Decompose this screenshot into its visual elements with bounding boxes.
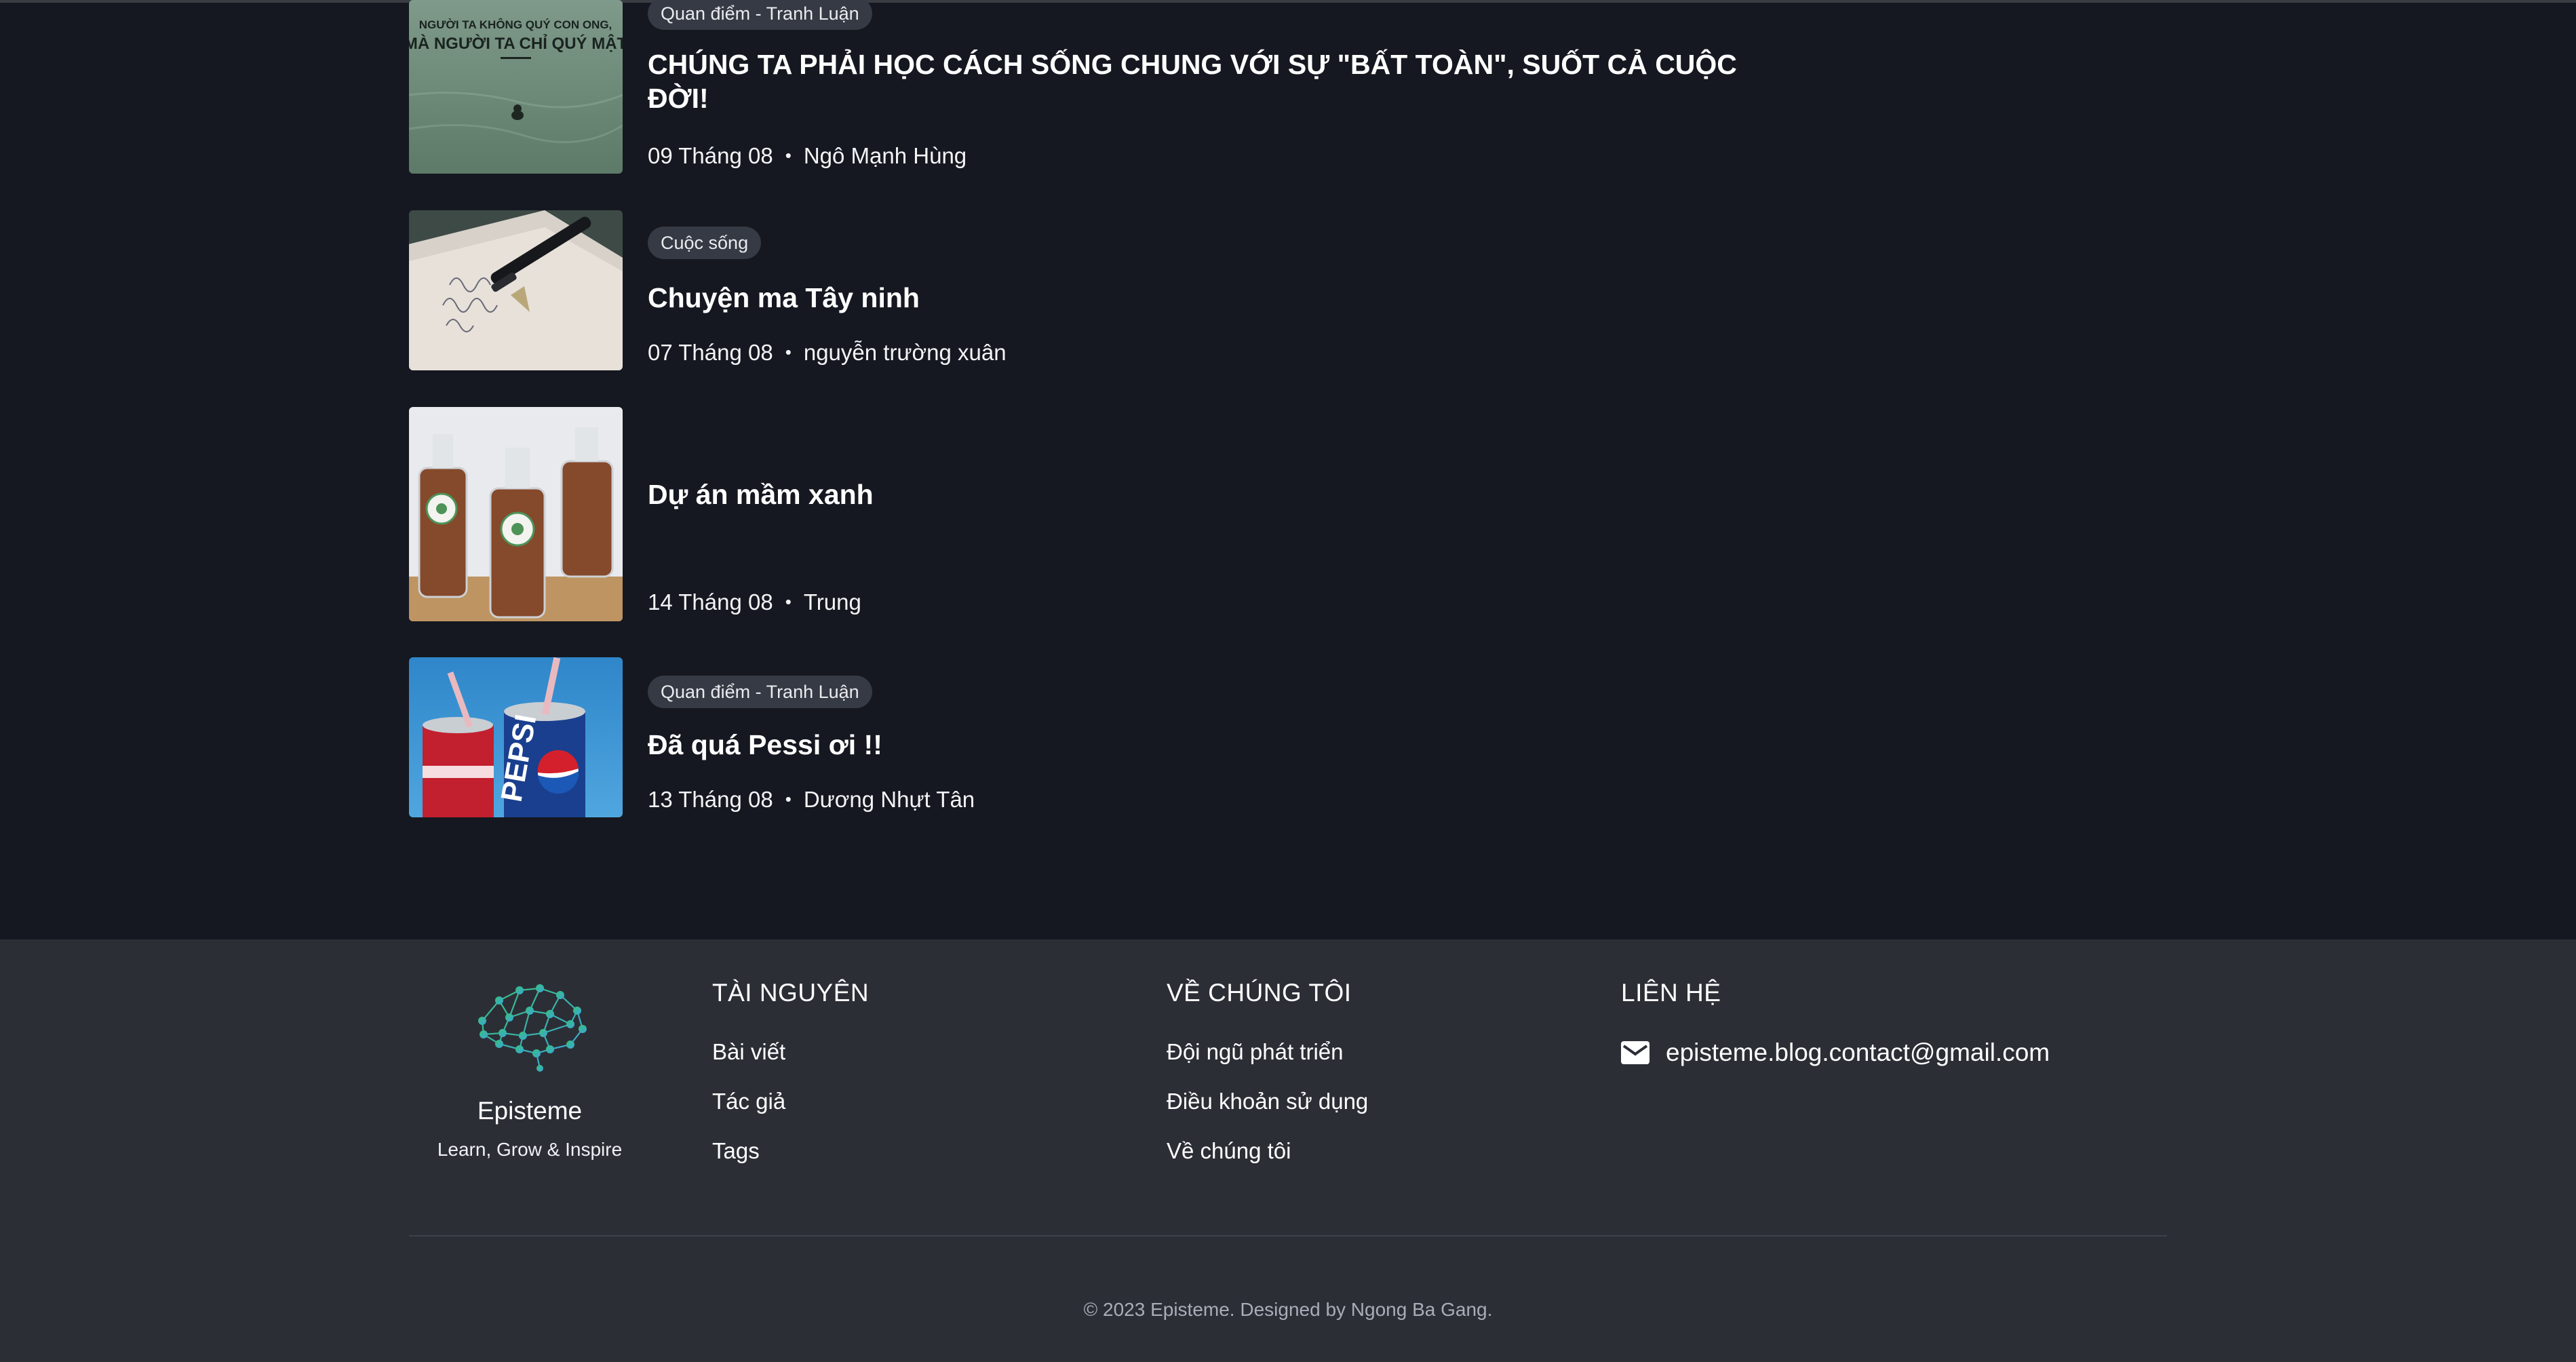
article-thumbnail[interactable]: PEPSI: [409, 657, 623, 817]
mail-icon: [1621, 1041, 1650, 1064]
article-card[interactable]: NGƯỜI TA KHÔNG QUÝ CON ONG, MÀ NGƯỜI TA …: [409, 0, 1765, 174]
footer-link-authors[interactable]: Tác giả: [712, 1088, 869, 1115]
article-byline: 13 Tháng 08 • Dương Nhựt Tân: [648, 786, 975, 815]
category-tag[interactable]: Quan điểm - Tranh Luận: [648, 0, 872, 30]
byline-separator: •: [785, 145, 792, 166]
footer-divider: [409, 1235, 2167, 1237]
article-card[interactable]: PEPSI Quan điểm - Tranh Luận Đã quá Pess…: [409, 657, 1765, 817]
article-title[interactable]: Dự án mầm xanh: [648, 478, 874, 511]
footer-brand: Episteme Learn, Grow & Inspire: [409, 973, 650, 1161]
article-author[interactable]: nguyễn trường xuân: [804, 340, 1007, 365]
article-author[interactable]: Dương Nhựt Tân: [804, 787, 975, 812]
article-card[interactable]: Dự án mầm xanh 14 Tháng 08 • Trung: [409, 407, 1765, 621]
article-title[interactable]: Chuyện ma Tây ninh: [648, 281, 920, 315]
resources-heading: TÀI NGUYÊN: [712, 979, 870, 1007]
byline-separator: •: [785, 342, 792, 362]
article-date: 14 Tháng 08: [648, 589, 773, 615]
brain-logo-icon[interactable]: [462, 973, 598, 1074]
article-author[interactable]: Ngô Mạnh Hùng: [804, 143, 967, 168]
article-title[interactable]: Đã quá Pessi ơi !!: [648, 728, 882, 762]
article-thumbnail[interactable]: [409, 407, 623, 621]
copyright-text: © 2023 Episteme. Designed by Ngong Ba Ga…: [1083, 1299, 1493, 1320]
article-date: 09 Tháng 08: [648, 143, 773, 168]
footer-contact: LIÊN HỆ episteme.blog.contact@gmail.com: [1621, 979, 2050, 1067]
byline-separator: •: [785, 789, 792, 809]
footer-about: VỀ CHÚNG TÔI Đội ngũ phát triển Điều kho…: [1167, 979, 1368, 1165]
article-thumbnail[interactable]: [409, 210, 623, 370]
contact-heading: LIÊN HỆ: [1621, 979, 1721, 1007]
article-card[interactable]: Cuộc sống Chuyện ma Tây ninh 07 Tháng 08…: [409, 210, 1765, 370]
article-date: 13 Tháng 08: [648, 787, 773, 812]
footer-resources: TÀI NGUYÊN Bài viết Tác giả Tags: [712, 979, 869, 1165]
article-date: 07 Tháng 08: [648, 340, 773, 365]
article-thumbnail[interactable]: NGƯỜI TA KHÔNG QUÝ CON ONG, MÀ NGƯỜI TA …: [409, 0, 623, 174]
contact-email[interactable]: episteme.blog.contact@gmail.com: [1666, 1038, 2050, 1067]
footer-link-tags[interactable]: Tags: [712, 1137, 869, 1165]
footer-link-team[interactable]: Đội ngũ phát triển: [1167, 1038, 1368, 1066]
site-footer: Episteme Learn, Grow & Inspire TÀI NGUYÊ…: [0, 939, 2576, 1362]
contact-email-link[interactable]: episteme.blog.contact@gmail.com: [1621, 1038, 2050, 1067]
brand-tagline: Learn, Grow & Inspire: [437, 1139, 623, 1160]
about-heading: VỀ CHÚNG TÔI: [1167, 979, 1352, 1007]
article-author[interactable]: Trung: [804, 589, 861, 615]
brand-name: Episteme: [477, 1097, 583, 1125]
thumb-caption-1: NGƯỜI TA KHÔNG QUÝ CON ONG,: [419, 18, 612, 31]
category-tag[interactable]: Cuộc sống: [648, 227, 762, 259]
article-byline: 14 Tháng 08 • Trung: [648, 589, 861, 617]
article-byline: 07 Tháng 08 • nguyễn trường xuân: [648, 339, 1007, 368]
footer-link-about[interactable]: Về chúng tôi: [1167, 1137, 1368, 1165]
footer-link-posts[interactable]: Bài viết: [712, 1038, 869, 1066]
article-title[interactable]: CHÚNG TA PHẢI HỌC CÁCH SỐNG CHUNG VỚI SỰ…: [648, 47, 1801, 115]
category-tag[interactable]: Quan điểm - Tranh Luận: [648, 676, 872, 708]
footer-link-terms[interactable]: Điều khoản sử dụng: [1167, 1088, 1368, 1115]
thumb-caption-2: MÀ NGƯỜI TA CHỈ QUÝ MẬT: [409, 33, 623, 53]
article-byline: 09 Tháng 08 • Ngô Mạnh Hùng: [648, 142, 967, 171]
byline-separator: •: [785, 591, 792, 612]
